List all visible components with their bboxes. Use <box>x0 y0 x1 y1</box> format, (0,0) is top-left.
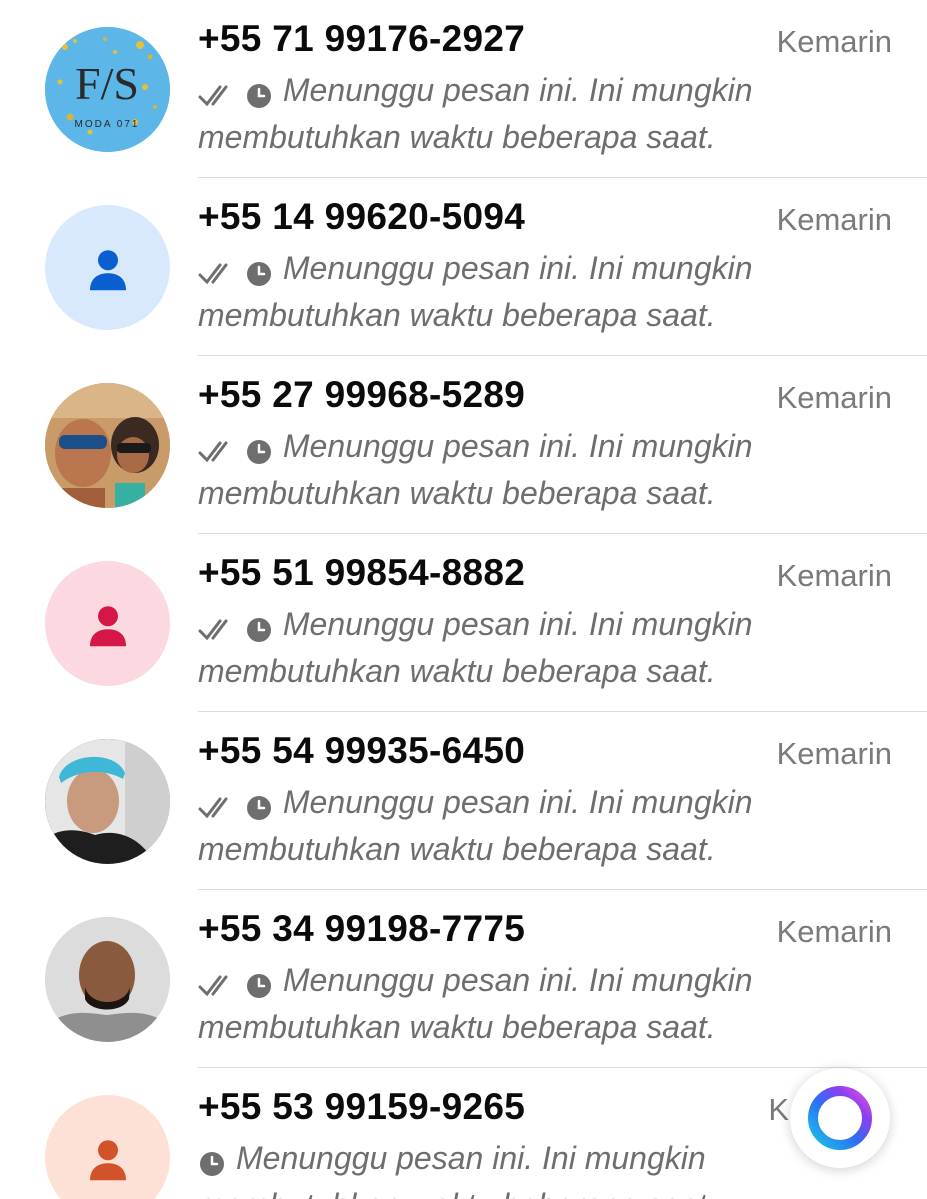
preview-text: Menunggu pesan ini. Ini mungkin membutuh… <box>198 784 753 867</box>
preview-text: Menunggu pesan ini. Ini mungkin membutuh… <box>198 962 753 1045</box>
person-icon <box>89 249 126 290</box>
avatar[interactable] <box>45 1095 170 1199</box>
chat-time: Kemarin <box>776 736 892 771</box>
meta-ai-ring-icon <box>808 1086 872 1150</box>
preview-text: Menunggu pesan ini. Ini mungkin membutuh… <box>198 606 753 689</box>
person-icon <box>89 1139 126 1180</box>
svg-text:MODA 071: MODA 071 <box>75 119 140 130</box>
chat-time: Kemarin <box>776 558 892 593</box>
clock-icon <box>246 795 271 820</box>
double-tick-icon <box>198 85 228 106</box>
double-tick-icon <box>198 441 228 462</box>
clock-icon <box>246 973 271 998</box>
contact-name: +55 14 99620-5094 <box>198 196 526 237</box>
chat-time: Kemarin <box>776 202 892 237</box>
preview-text: Menunggu pesan ini. Ini mungkin membutuh… <box>198 250 753 333</box>
avatar[interactable] <box>45 739 170 864</box>
chat-row[interactable]: +55 14 99620-5094 Kemarin Menunggu pesan… <box>0 178 927 356</box>
contact-name: +55 53 99159-9265 <box>198 1086 526 1127</box>
preview-text: Menunggu pesan ini. Ini mungkin membutuh… <box>198 1140 716 1199</box>
clock-icon <box>246 439 271 464</box>
message-preview: Menunggu pesan ini. Ini mungkin membutuh… <box>198 424 838 515</box>
chat-row[interactable]: +55 54 99935-6450 Kemarin Menunggu pesan… <box>0 712 927 890</box>
contact-name: +55 54 99935-6450 <box>198 730 526 771</box>
man-photo-avatar-image <box>45 917 170 1042</box>
double-tick-icon <box>198 619 228 640</box>
chat-row[interactable]: F/S MODA 071 +55 71 99176-2927 Kemarin M… <box>0 0 927 178</box>
person-icon <box>89 605 126 646</box>
avatar[interactable]: F/S MODA 071 <box>45 27 170 152</box>
contact-name: +55 51 99854-8882 <box>198 552 526 593</box>
preview-text: Menunggu pesan ini. Ini mungkin membutuh… <box>198 72 753 155</box>
svg-text:F/S: F/S <box>75 58 139 109</box>
logo-avatar-image: F/S MODA 071 <box>45 27 170 152</box>
chat-row[interactable]: +55 27 99968-5289 Kemarin Menunggu pesan… <box>0 356 927 534</box>
meta-ai-button[interactable] <box>790 1068 890 1168</box>
avatar[interactable] <box>45 383 170 508</box>
double-tick-icon <box>198 797 228 818</box>
chat-time: Kemarin <box>776 380 892 415</box>
double-tick-icon <box>198 263 228 284</box>
chat-list: F/S MODA 071 +55 71 99176-2927 Kemarin M… <box>0 0 927 1199</box>
double-tick-icon <box>198 975 228 996</box>
clock-icon <box>246 83 271 108</box>
avatar[interactable] <box>45 561 170 686</box>
contact-name: +55 27 99968-5289 <box>198 374 526 415</box>
message-preview: Menunggu pesan ini. Ini mungkin membutuh… <box>198 246 838 337</box>
contact-name: +55 34 99198-7775 <box>198 908 526 949</box>
message-preview: Menunggu pesan ini. Ini mungkin membutuh… <box>198 602 838 693</box>
message-preview: Menunggu pesan ini. Ini mungkin membutuh… <box>198 68 838 159</box>
chat-time: K <box>768 1092 789 1127</box>
message-preview: Menunggu pesan ini. Ini mungkin membutuh… <box>198 780 838 871</box>
avatar[interactable] <box>45 917 170 1042</box>
beach-photo-avatar-image <box>45 383 170 508</box>
clock-icon <box>246 261 271 286</box>
message-preview: Menunggu pesan ini. Ini mungkin membutuh… <box>198 1136 838 1199</box>
chat-row[interactable]: +55 53 99159-9265 K Menunggu pesan ini. … <box>0 1068 927 1199</box>
clock-icon <box>246 617 271 642</box>
chat-row[interactable]: +55 51 99854-8882 Kemarin Menunggu pesan… <box>0 534 927 712</box>
chat-time: Kemarin <box>776 914 892 949</box>
chat-time: Kemarin <box>776 24 892 59</box>
message-preview: Menunggu pesan ini. Ini mungkin membutuh… <box>198 958 838 1049</box>
preview-text: Menunggu pesan ini. Ini mungkin membutuh… <box>198 428 753 511</box>
cap-photo-avatar-image <box>45 739 170 864</box>
contact-name: +55 71 99176-2927 <box>198 18 526 59</box>
clock-icon <box>200 1151 224 1176</box>
avatar[interactable] <box>45 205 170 330</box>
chat-row[interactable]: +55 34 99198-7775 Kemarin Menunggu pesan… <box>0 890 927 1068</box>
